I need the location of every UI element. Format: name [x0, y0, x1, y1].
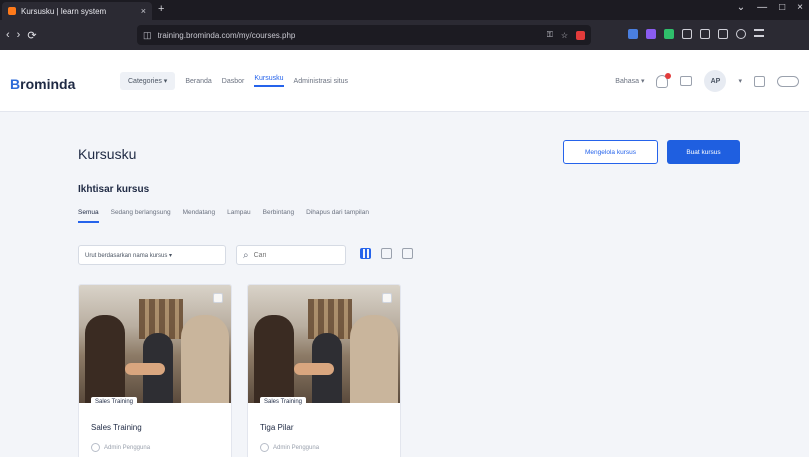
back-button[interactable]: ‹: [6, 29, 10, 42]
shield-icon[interactable]: ◫: [143, 30, 152, 41]
account-icon[interactable]: [736, 29, 746, 39]
new-course-button[interactable]: Buat kursus: [667, 140, 740, 164]
course-image[interactable]: [248, 285, 400, 403]
downloads-icon[interactable]: [682, 29, 692, 39]
progress-label: Admin Pengguna: [273, 444, 320, 451]
filter-starred[interactable]: Berbintang: [263, 209, 294, 223]
nav-my-courses[interactable]: Kursusku: [254, 75, 284, 87]
new-tab-button[interactable]: +: [158, 3, 164, 15]
minimize-button[interactable]: —: [757, 2, 767, 13]
page-title: Kursusku: [78, 146, 137, 162]
nav-site-admin[interactable]: Administrasi situs: [294, 78, 348, 85]
filter-future[interactable]: Mendatang: [183, 209, 216, 223]
menu-icon[interactable]: [754, 29, 764, 37]
language-dropdown[interactable]: Bahasa ▾: [615, 77, 644, 85]
maximize-button[interactable]: □: [779, 2, 785, 13]
browser-tab[interactable]: Kursusku | learn system ×: [2, 2, 152, 20]
course-name-link[interactable]: Tiga Pilar: [260, 423, 294, 432]
notification-bell-icon[interactable]: [656, 72, 672, 88]
tab-list-icon[interactable]: ⌄: [737, 2, 745, 13]
course-filter-tabs: Semua Sedang berlangsung Mendatang Lampa…: [78, 209, 369, 223]
course-image[interactable]: [79, 285, 231, 403]
bookmark-icon[interactable]: ☆: [561, 31, 568, 40]
browser-navbar: ‹ › ⟳ ◫ training.brominda.com/my/courses…: [0, 20, 809, 50]
course-progress: Admin Pengguna: [91, 443, 150, 452]
filter-removed[interactable]: Dihapus dari tampilan: [306, 209, 369, 223]
course-overview-title: Ikhtisar kursus: [78, 184, 150, 195]
extension-icon[interactable]: [576, 30, 585, 40]
primary-nav: Categories ▾ Beranda Dasbor Kursusku Adm…: [120, 72, 348, 90]
extension-purple-icon[interactable]: [646, 29, 656, 39]
app-header: Brominda Categories ▾ Beranda Dasbor Kur…: [0, 50, 809, 112]
edit-mode-icon[interactable]: [754, 75, 765, 87]
search-input[interactable]: [253, 251, 324, 259]
close-window-button[interactable]: ×: [797, 2, 803, 13]
url-text[interactable]: training.brominda.com/my/courses.php: [158, 31, 547, 40]
messages-icon[interactable]: [680, 76, 693, 86]
manage-courses-button[interactable]: Mengelola kursus: [563, 140, 658, 164]
user-avatar[interactable]: AP: [704, 70, 727, 92]
forward-button[interactable]: ›: [17, 29, 21, 42]
categories-dropdown[interactable]: Categories ▾: [120, 72, 176, 90]
extension-green-icon[interactable]: [664, 29, 674, 39]
address-bar[interactable]: ◫ training.brominda.com/my/courses.php ⚿…: [137, 25, 591, 45]
course-menu-checkbox[interactable]: [382, 293, 392, 303]
browser-tabbar: Kursusku | learn system × + ⌄ — □ ×: [0, 0, 809, 20]
reload-button[interactable]: ⟳: [27, 29, 36, 42]
sort-dropdown[interactable]: Urut berdasarkan nama kursus ▾: [78, 245, 226, 265]
course-card[interactable]: Sales Training Sales Training Admin Peng…: [78, 284, 232, 457]
filter-past[interactable]: Lampau: [227, 209, 251, 223]
filter-in-progress[interactable]: Sedang berlangsung: [111, 209, 171, 223]
main-content: Kursusku Mengelola kursus Buat kursus Ik…: [0, 112, 809, 457]
progress-ring-icon: [260, 443, 269, 452]
toolbar-extensions: [628, 29, 764, 39]
screenshot-icon[interactable]: [718, 29, 728, 39]
header-actions: Bahasa ▾ AP ▾: [615, 70, 799, 92]
list-view-icon[interactable]: [381, 248, 392, 259]
course-progress: Admin Pengguna: [260, 443, 319, 452]
key-icon[interactable]: ⚿: [547, 30, 553, 40]
card-view-icon[interactable]: [360, 248, 371, 259]
window-controls: ⌄ — □ ×: [737, 2, 803, 13]
course-name-link[interactable]: Sales Training: [91, 423, 142, 432]
user-menu-chevron-icon[interactable]: ▾: [738, 77, 742, 85]
edit-mode-toggle[interactable]: [777, 75, 799, 87]
tab-title: Kursusku | learn system: [21, 6, 107, 16]
search-icon: ⌕: [243, 249, 249, 261]
course-category-badge: Sales Training: [260, 397, 307, 407]
filter-all[interactable]: Semua: [78, 209, 99, 223]
extension-blue-icon[interactable]: [628, 29, 638, 39]
view-switcher: [360, 248, 413, 259]
summary-view-icon[interactable]: [402, 248, 413, 259]
course-menu-checkbox[interactable]: [213, 293, 223, 303]
search-box[interactable]: ⌕: [236, 245, 346, 265]
course-category-badge: Sales Training: [91, 397, 138, 407]
site-favicon-icon: [8, 7, 16, 15]
site-logo[interactable]: Brominda: [10, 76, 75, 92]
course-card[interactable]: Sales Training Tiga Pilar Admin Pengguna: [247, 284, 401, 457]
nav-home[interactable]: Beranda: [185, 78, 211, 85]
progress-ring-icon: [91, 443, 100, 452]
progress-label: Admin Pengguna: [104, 444, 151, 451]
library-icon[interactable]: [700, 29, 710, 39]
nav-dashboard[interactable]: Dasbor: [222, 78, 245, 85]
close-tab-icon[interactable]: ×: [141, 6, 146, 16]
